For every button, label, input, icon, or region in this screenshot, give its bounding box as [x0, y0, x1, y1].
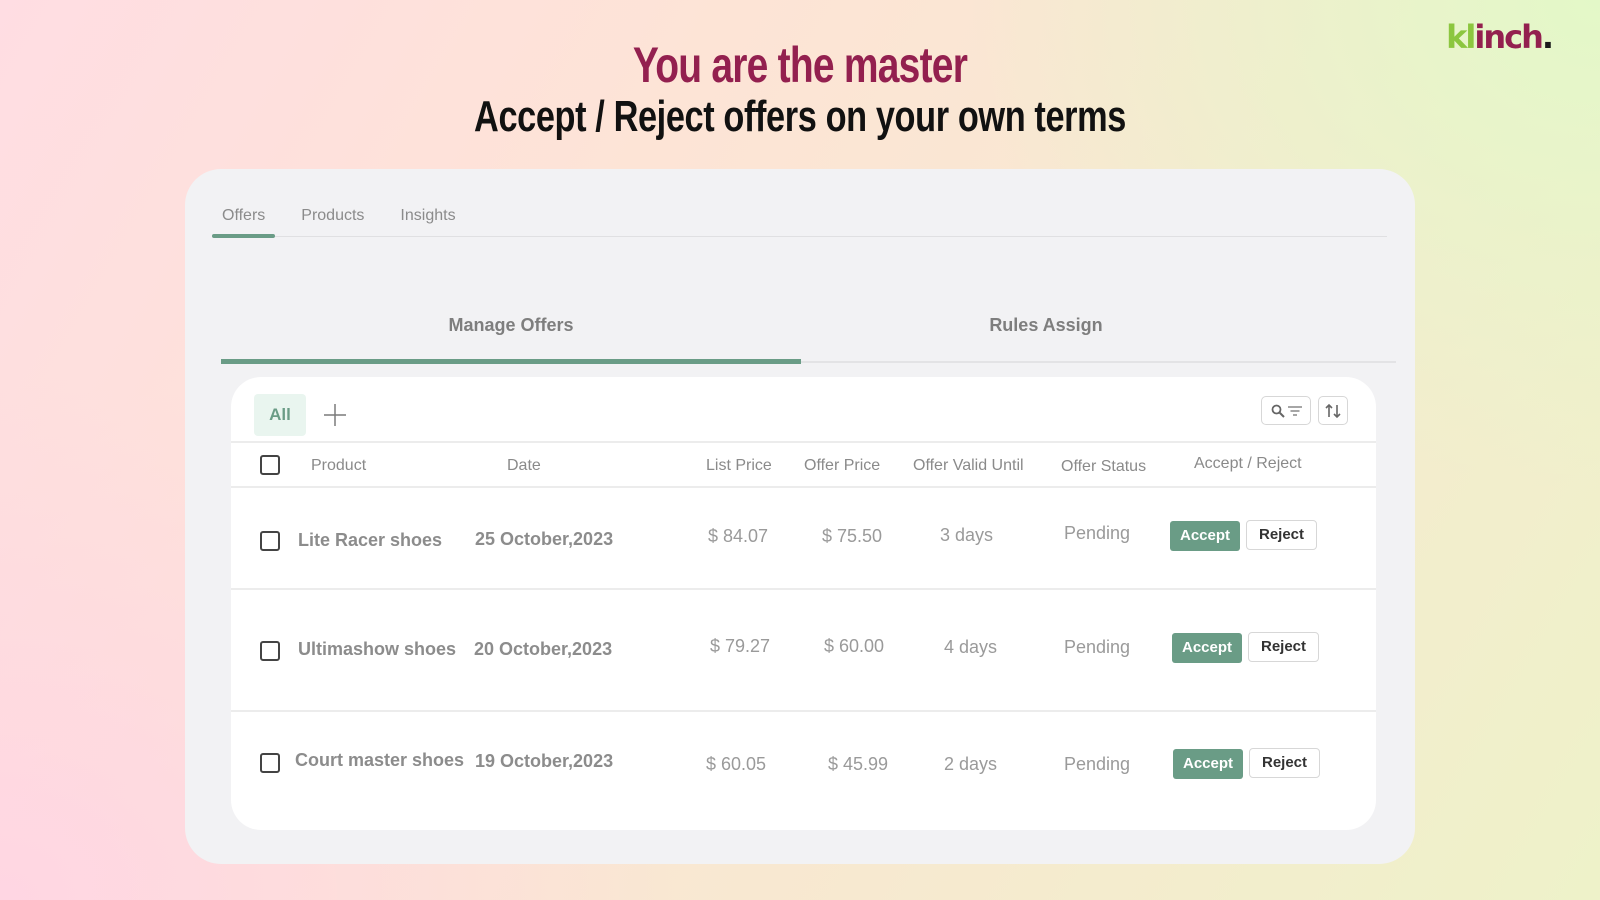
tab-rules-assign[interactable]: Rules Assign [801, 303, 1291, 361]
reject-button[interactable]: Reject [1246, 520, 1318, 550]
hero-title: You are the master [632, 37, 968, 93]
hero-subtitle: Accept / Reject offers on your own terms [474, 92, 1126, 141]
accept-button[interactable]: Accept [1170, 521, 1241, 551]
offer-date: 19 October,2023 [475, 751, 614, 771]
row-checkbox[interactable] [260, 531, 280, 551]
logo-part-maroon: inch [1474, 18, 1543, 56]
logo-part-green: kl [1446, 18, 1476, 56]
reject-button[interactable]: Reject [1248, 632, 1320, 662]
view-all-chip[interactable]: All [254, 394, 306, 436]
select-all-checkbox[interactable] [260, 455, 280, 475]
table-row: Court master shoes 19 October,2023 $ 60.… [231, 712, 1376, 830]
offer-date: 25 October,2023 [475, 529, 614, 549]
klinch-logo: klinch. [1446, 18, 1554, 56]
product-name[interactable]: Court master shoes [295, 750, 464, 771]
tab-insights[interactable]: Insights [390, 199, 465, 236]
tab-products[interactable]: Products [291, 199, 374, 236]
offer-valid-until: 2 days [944, 754, 998, 774]
search-icon [1271, 404, 1285, 418]
top-tab-bar: Offers Products Insights [212, 199, 1387, 238]
add-view-button[interactable] [323, 403, 347, 427]
app-panel: Offers Products Insights Manage Offers R… [185, 169, 1415, 864]
filter-icon [1287, 405, 1302, 416]
product-name[interactable]: Ultimashow shoes [298, 639, 456, 660]
column-header-list-price[interactable]: List Price [706, 457, 772, 475]
accept-button[interactable]: Accept [1172, 633, 1243, 663]
tab-manage-offers[interactable]: Manage Offers [221, 303, 801, 364]
offer-price: $ 60.00 [824, 636, 885, 656]
list-price: $ 79.27 [710, 636, 771, 656]
table-header: Product Date List Price Offer Price Offe… [231, 443, 1376, 488]
column-header-offer-price[interactable]: Offer Price [804, 457, 880, 475]
table-row: Ultimashow shoes 20 October,2023 $ 79.27… [231, 590, 1376, 712]
column-header-offer-valid-until[interactable]: Offer Valid Until [913, 457, 1024, 475]
row-checkbox[interactable] [260, 753, 280, 773]
offer-status: Pending [1064, 523, 1131, 543]
search-filter-button[interactable] [1261, 396, 1311, 425]
row-checkbox[interactable] [260, 641, 280, 661]
list-price: $ 84.07 [708, 526, 769, 546]
tab-offers[interactable]: Offers [212, 199, 276, 238]
sort-arrows-icon [1325, 403, 1341, 418]
offer-valid-until: 4 days [944, 637, 998, 657]
logo-dot: . [1541, 18, 1554, 56]
list-price: $ 60.05 [706, 754, 767, 774]
column-header-product[interactable]: Product [311, 457, 366, 475]
plus-icon [324, 404, 346, 426]
column-header-offer-status[interactable]: Offer Status [1061, 458, 1146, 476]
reject-button[interactable]: Reject [1249, 748, 1321, 778]
column-header-accept-reject: Accept / Reject [1194, 455, 1302, 472]
table-row: Lite Racer shoes 25 October,2023 $ 84.07… [231, 488, 1376, 590]
offer-price: $ 75.50 [822, 526, 883, 546]
column-header-date[interactable]: Date [507, 457, 541, 475]
offers-table-card: All Product Date List Price Offer Price … [231, 377, 1376, 830]
offer-date: 20 October,2023 [474, 639, 613, 659]
offer-price: $ 45.99 [828, 754, 889, 774]
offer-status: Pending [1064, 754, 1131, 774]
offer-status: Pending [1064, 637, 1131, 657]
sort-button[interactable] [1318, 396, 1348, 425]
sub-tab-bar: Manage Offers Rules Assign [221, 303, 1396, 364]
offer-valid-until: 3 days [940, 525, 994, 545]
accept-button[interactable]: Accept [1173, 749, 1244, 779]
filter-bar: All [231, 377, 1376, 443]
product-name[interactable]: Lite Racer shoes [298, 530, 442, 551]
